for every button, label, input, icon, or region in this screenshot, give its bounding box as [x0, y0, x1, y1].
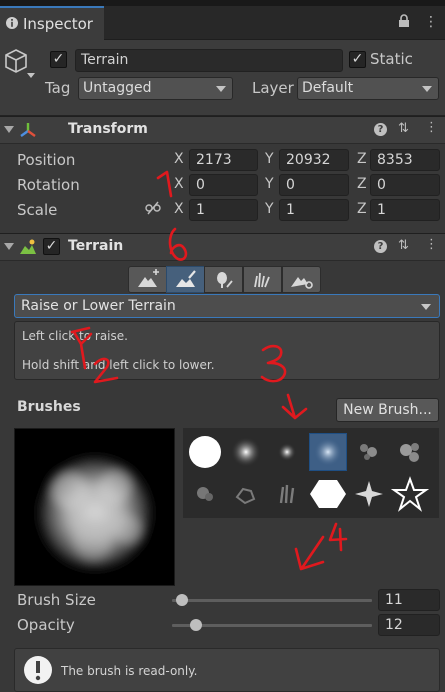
brush-size-slider-knob[interactable]	[176, 594, 188, 606]
tab-inspector-label: Inspector	[23, 15, 93, 33]
paint-terrain-tool[interactable]	[166, 266, 205, 293]
icon-dropdown-arrow[interactable]	[27, 73, 35, 78]
help-line-lower: Hold shift and left click to lower.	[22, 358, 215, 372]
brush-size-label: Brush Size	[17, 591, 96, 609]
chevron-down-icon	[421, 304, 431, 310]
terrain-mode-dropdown[interactable]: Raise or Lower Terrain	[14, 294, 440, 318]
readonly-message: The brush is read-only.	[61, 664, 198, 678]
vertical-ellipsis-icon[interactable]: ⋮	[425, 120, 438, 135]
warning-icon	[23, 655, 53, 689]
vertical-ellipsis-icon[interactable]: ⋮	[424, 14, 438, 30]
vertical-ellipsis-icon[interactable]: ⋮	[425, 237, 438, 252]
tree-icon	[217, 272, 233, 288]
object-name-field[interactable]: Terrain	[75, 49, 343, 72]
rotation-z-field[interactable]: 0	[370, 174, 440, 196]
paintbrush-mountain-icon	[176, 270, 196, 287]
lock-icon[interactable]	[398, 14, 410, 31]
brush-soft-circle-large[interactable]	[227, 433, 265, 471]
tool-help-box: Left click to raise. Hold shift and left…	[14, 321, 440, 380]
scale-z-label: Z	[357, 201, 367, 217]
position-y-label: Y	[265, 151, 274, 167]
position-label: Position	[17, 151, 76, 169]
brush-splatter-b[interactable]	[391, 433, 429, 471]
rotation-y-field[interactable]: 0	[279, 174, 349, 196]
brush-noise-a[interactable]	[186, 475, 224, 513]
tag-label: Tag	[45, 79, 71, 97]
scale-x-label: X	[174, 201, 184, 217]
layer-value: Default	[302, 80, 354, 96]
chevron-down-icon	[216, 86, 226, 92]
create-neighbor-terrains-tool[interactable]	[128, 266, 167, 293]
brush-soft-circle-small[interactable]	[268, 433, 306, 471]
rotation-x-field[interactable]: 0	[189, 174, 258, 196]
brush-cells[interactable]	[227, 475, 265, 513]
presets-icon[interactable]: ⇅	[398, 238, 409, 253]
brushes-label: Brushes	[17, 399, 81, 415]
brush-splatter-a[interactable]	[350, 433, 388, 471]
terrain-settings-tool[interactable]	[282, 266, 321, 293]
fold-arrow-icon[interactable]	[4, 243, 14, 250]
constrain-proportions-icon[interactable]	[145, 201, 161, 219]
brush-size-slider[interactable]	[172, 599, 372, 602]
brush-grass-strokes[interactable]	[268, 475, 306, 513]
brush-grid	[183, 428, 439, 518]
chevron-down-icon	[422, 86, 432, 92]
scale-y-field[interactable]: 1	[279, 199, 349, 221]
brush-hard-circle[interactable]	[186, 433, 224, 471]
tab-inspector[interactable]: Inspector	[0, 6, 104, 40]
terrain-enabled-checkbox[interactable]: ✓	[43, 238, 60, 255]
tag-value: Untagged	[83, 80, 152, 96]
brush-star-outline[interactable]	[390, 475, 430, 513]
tag-dropdown[interactable]: Untagged	[78, 77, 233, 100]
scale-z-field[interactable]: 1	[370, 199, 440, 221]
inspector-window: Inspector ⋮ ✓ Terrain ✓ Static Tag Untag…	[0, 0, 445, 692]
position-x-label: X	[174, 151, 184, 167]
help-icon[interactable]: ?	[374, 240, 387, 253]
rotation-y-label: Y	[265, 176, 274, 192]
layer-dropdown[interactable]: Default	[297, 77, 439, 100]
position-z-label: Z	[357, 151, 367, 167]
mountain-plus-icon	[138, 269, 159, 287]
grass-icon	[254, 272, 270, 288]
fold-arrow-icon[interactable]	[4, 126, 14, 133]
readonly-info-box: The brush is read-only.	[14, 648, 440, 692]
brush-size-field[interactable]: 11	[378, 589, 440, 611]
help-line-raise: Left click to raise.	[22, 329, 128, 343]
terrain-title: Terrain	[68, 238, 124, 254]
scale-y-label: Y	[265, 201, 274, 217]
paint-trees-tool[interactable]	[204, 266, 243, 293]
brush-starburst[interactable]	[350, 475, 388, 513]
opacity-slider[interactable]	[172, 624, 372, 627]
rotation-z-label: Z	[357, 176, 367, 192]
brush-preview	[14, 428, 175, 586]
presets-icon[interactable]: ⇅	[398, 121, 409, 136]
position-x-field[interactable]: 2173	[189, 149, 258, 171]
terrain-component-icon	[19, 238, 37, 260]
active-checkbox[interactable]: ✓	[50, 51, 67, 68]
terrain-mode-value: Raise or Lower Terrain	[21, 298, 176, 314]
position-z-field[interactable]: 8353	[370, 149, 440, 171]
opacity-field[interactable]: 12	[378, 614, 440, 636]
static-label: Static	[370, 50, 413, 68]
help-icon[interactable]: ?	[374, 123, 387, 136]
transform-title: Transform	[68, 121, 148, 137]
position-y-field[interactable]: 20932	[279, 149, 349, 171]
rotation-label: Rotation	[17, 176, 80, 194]
new-brush-button[interactable]: New Brush...	[336, 398, 439, 422]
opacity-slider-knob[interactable]	[190, 619, 202, 631]
scale-x-field[interactable]: 1	[189, 199, 258, 221]
layer-label: Layer	[252, 79, 294, 97]
opacity-label: Opacity	[17, 616, 75, 634]
scale-label: Scale	[17, 201, 58, 219]
paint-details-tool[interactable]	[243, 266, 282, 293]
brush-hexagon[interactable]	[309, 475, 347, 513]
info-icon	[5, 16, 19, 34]
gameobject-cube-icon	[3, 48, 29, 78]
static-checkbox[interactable]: ✓	[349, 51, 366, 68]
brush-cloud-selected[interactable]	[309, 433, 347, 471]
mountain-gear-icon	[291, 277, 313, 289]
transform-axes-icon	[18, 120, 38, 144]
rotation-x-label: X	[174, 176, 184, 192]
